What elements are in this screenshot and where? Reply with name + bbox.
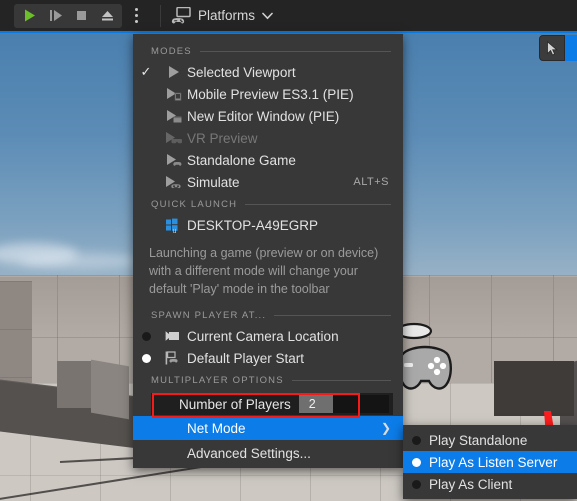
camera-icon — [159, 330, 187, 342]
play-controls-group — [14, 3, 122, 28]
radio-button[interactable] — [403, 457, 429, 467]
number-of-players-label: Number of Players — [179, 396, 291, 412]
menu-item-label: Net Mode — [187, 420, 246, 436]
menu-item-simulate[interactable]: Simulate ALT+S — [133, 171, 403, 193]
submenu-item-label: Play As Listen Server — [429, 454, 558, 470]
level-block-right — [494, 361, 574, 416]
submenu-item-play-as-client[interactable]: Play As Client — [403, 473, 577, 495]
kebab-menu-icon — [134, 8, 138, 11]
play-options-button[interactable] — [126, 4, 146, 28]
play-window-icon — [159, 109, 187, 123]
radio-button[interactable] — [403, 479, 429, 489]
section-rule — [199, 51, 391, 52]
menu-item-label: Standalone Game — [187, 152, 296, 168]
cloud — [20, 253, 140, 269]
menu-item-label: Default Player Start — [187, 350, 305, 366]
play-mobile-icon — [159, 87, 187, 101]
stop-square-icon — [76, 11, 86, 20]
radio-button[interactable] — [133, 331, 159, 341]
menu-item-label: Mobile Preview ES3.1 (PIE) — [187, 86, 354, 102]
menu-item-default-player-start[interactable]: Default Player Start — [133, 347, 403, 369]
play-vr-icon — [159, 131, 187, 145]
section-spawn-player-header: SPAWN PLAYER AT... — [133, 304, 403, 325]
section-label: SPAWN PLAYER AT... — [151, 310, 267, 322]
number-of-players-input[interactable]: 2 — [298, 395, 389, 414]
menu-item-current-camera-location[interactable]: Current Camera Location — [133, 325, 403, 347]
level-block-left-side — [91, 359, 129, 420]
level-block-left — [57, 361, 91, 408]
skip-frame-button[interactable] — [42, 5, 68, 27]
menu-item-label: VR Preview — [187, 130, 258, 146]
menu-item-desktop-target[interactable]: u DESKTOP-A49EGRP — [133, 214, 403, 236]
submenu-item-label: Play As Client — [429, 476, 513, 492]
submenu-item-play-as-listen-server[interactable]: Play As Listen Server — [403, 451, 577, 473]
play-simulate-icon — [159, 175, 187, 189]
menu-item-label: Simulate — [187, 174, 240, 190]
cursor-arrow-icon — [546, 40, 558, 56]
windows-logo-icon: u — [159, 218, 187, 233]
radio-button[interactable] — [133, 353, 159, 363]
eject-triangle-icon — [101, 11, 113, 21]
player-start-flag-icon — [159, 351, 187, 365]
main-toolbar: Platforms — [0, 0, 577, 31]
platforms-label: Platforms — [198, 8, 256, 23]
select-tool-button[interactable] — [539, 35, 565, 61]
play-viewport-icon — [159, 65, 187, 79]
play-step-icon — [49, 10, 62, 21]
platforms-gamepad-monitor-icon — [171, 7, 191, 24]
viewport-focus-border-top — [0, 31, 577, 33]
menu-item-standalone-game[interactable]: Standalone Game — [133, 149, 403, 171]
section-multiplayer-header: MULTIPLAYER OPTIONS — [133, 369, 403, 390]
svg-text:u: u — [173, 228, 177, 233]
section-label: MULTIPLAYER OPTIONS — [151, 375, 284, 387]
viewport-tool-palette — [539, 35, 577, 61]
play-triangle-icon — [24, 9, 35, 22]
chevron-right-icon: ❯ — [380, 421, 391, 436]
radio-button[interactable] — [403, 435, 429, 445]
number-of-players-value: 2 — [308, 397, 316, 412]
kebab-menu-icon — [134, 14, 138, 17]
section-quick-launch-header: QUICK LAUNCH — [133, 193, 403, 214]
platforms-button[interactable]: Platforms — [171, 7, 273, 24]
menu-item-new-editor-window[interactable]: New Editor Window (PIE) — [133, 105, 403, 127]
section-rule — [291, 380, 391, 382]
menu-item-mobile-preview[interactable]: Mobile Preview ES3.1 (PIE) — [133, 83, 403, 105]
menu-item-label: Advanced Settings... — [187, 445, 311, 461]
section-rule — [245, 204, 391, 205]
section-label: MODES — [151, 46, 192, 57]
play-button[interactable] — [16, 5, 42, 27]
level-side-wall — [0, 281, 32, 391]
number-of-players-row[interactable]: Number of Players 2 — [133, 392, 403, 416]
editor-window: CSDN @wodownload2 — [0, 0, 577, 501]
menu-item-shortcut: ALT+S — [353, 176, 389, 188]
section-modes-header: MODES — [133, 40, 403, 61]
checkmark-icon: ✓ — [140, 64, 152, 79]
menu-item-net-mode[interactable]: Net Mode ❯ — [133, 416, 403, 441]
eject-button[interactable] — [94, 5, 120, 27]
section-rule — [274, 315, 391, 317]
stop-button[interactable] — [68, 5, 94, 27]
menu-item-label: DESKTOP-A49EGRP — [187, 217, 319, 233]
submenu-item-label: Play Standalone — [429, 432, 528, 448]
toolbar-divider — [160, 4, 161, 27]
menu-item-label: New Editor Window (PIE) — [187, 108, 340, 124]
kebab-menu-icon — [134, 20, 138, 23]
menu-item-advanced-settings[interactable]: Advanced Settings... — [133, 440, 403, 466]
menu-item-label: Selected Viewport — [187, 64, 296, 80]
menu-item-selected-viewport[interactable]: ✓ Selected Viewport — [133, 61, 403, 83]
tool-palette-accent — [565, 35, 577, 61]
chevron-down-icon — [262, 12, 273, 19]
section-label: QUICK LAUNCH — [151, 199, 238, 210]
play-modes-dropdown-menu: MODES ✓ Selected Viewport Mobile Preview… — [133, 34, 403, 469]
gamepad-player-start-icon[interactable] — [396, 319, 452, 393]
submenu-item-play-standalone[interactable]: Play Standalone — [403, 429, 577, 451]
menu-item-vr-preview[interactable]: VR Preview — [133, 127, 403, 149]
play-standalone-icon — [159, 153, 187, 167]
menu-item-label: Current Camera Location — [187, 328, 339, 344]
play-mode-note: Launching a game (preview or on device) … — [149, 246, 379, 297]
net-mode-submenu: Play Standalone Play As Listen Server Pl… — [403, 425, 577, 499]
